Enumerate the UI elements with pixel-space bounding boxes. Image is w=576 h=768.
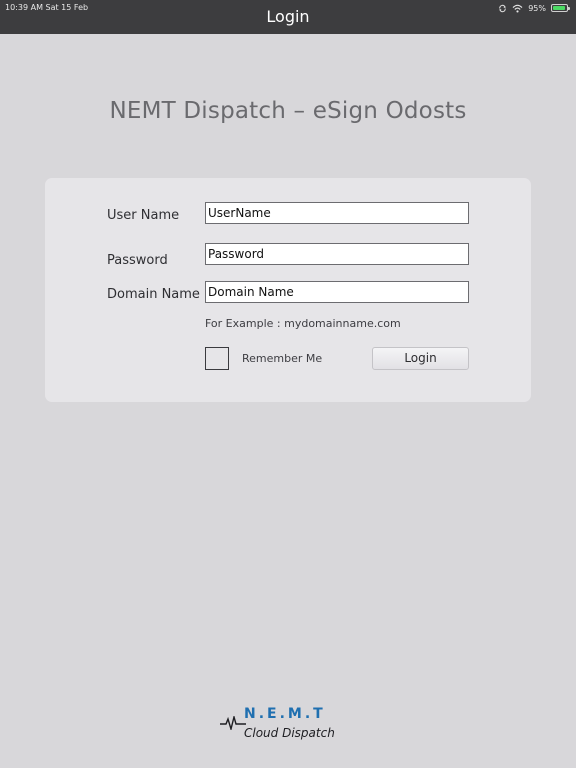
- sync-icon: [499, 4, 506, 12]
- navigation-bar: 10:39 AM Sat 15 Feb Login 95%: [0, 0, 576, 34]
- domain-hint: For Example : mydomainname.com: [205, 317, 401, 330]
- nav-title: Login: [266, 7, 310, 26]
- app-heading: NEMT Dispatch – eSign Odosts: [109, 98, 467, 124]
- heartbeat-icon: [220, 716, 246, 730]
- remember-me-checkbox[interactable]: [205, 347, 229, 370]
- login-card: User Name Password Domain Name For Examp…: [45, 178, 531, 402]
- logo-title: N.E.M.T: [244, 706, 326, 722]
- password-input[interactable]: [205, 243, 469, 265]
- login-button[interactable]: Login: [372, 347, 469, 370]
- logo-subtitle: Cloud Dispatch: [244, 726, 335, 740]
- username-label: User Name: [107, 208, 180, 223]
- battery-icon: [551, 4, 570, 12]
- login-screen: 10:39 AM Sat 15 Feb Login 95% NEMT Dispa…: [0, 0, 576, 768]
- battery-percent: 95%: [528, 3, 546, 13]
- battery-level: [553, 6, 566, 10]
- remember-me-label: Remember Me: [242, 352, 323, 365]
- nemt-logo: N.E.M.T Cloud Dispatch: [220, 706, 340, 744]
- username-input[interactable]: [205, 202, 469, 224]
- domain-label: Domain Name: [107, 287, 200, 302]
- domain-input[interactable]: [205, 281, 469, 303]
- password-label: Password: [107, 253, 168, 268]
- wifi-icon: [512, 4, 523, 13]
- status-indicators: 95%: [498, 2, 570, 14]
